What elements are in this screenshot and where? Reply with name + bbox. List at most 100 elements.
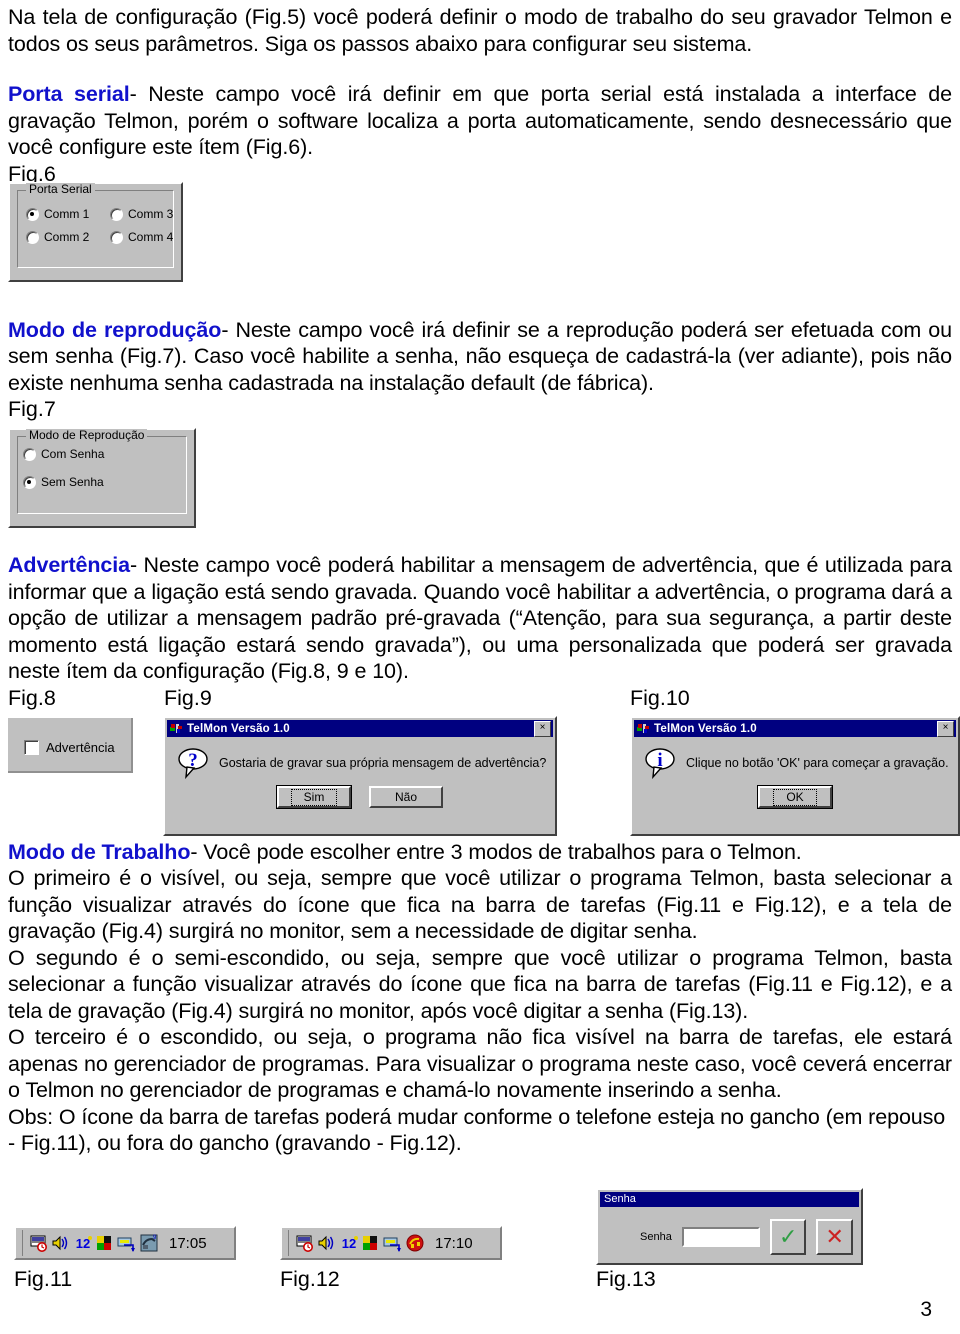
svg-text:i: i xyxy=(657,750,662,771)
modo-reproducao-group-title: Modo de Reprodução xyxy=(26,429,148,441)
display-icon[interactable] xyxy=(295,1233,315,1253)
telmon-recording-icon[interactable] xyxy=(405,1233,425,1253)
fig9-label: Fig.9 xyxy=(164,685,212,710)
radio-label: Comm 3 xyxy=(128,207,174,221)
radio-com-senha[interactable]: Com Senha xyxy=(23,447,186,461)
radio-icon[interactable] xyxy=(26,207,39,221)
close-icon[interactable]: × xyxy=(534,720,551,737)
advertencia-body: - Neste campo você poderá habilitar a me… xyxy=(8,553,952,683)
fig9-message: Gostaria de gravar sua própria mensagem … xyxy=(219,756,547,770)
norton-12-icon[interactable]: 12 xyxy=(73,1233,93,1253)
fig12-label: Fig.12 xyxy=(280,1267,340,1291)
advertencia-heading: Advertência xyxy=(8,553,130,577)
color-palette-icon[interactable] xyxy=(361,1233,381,1253)
advertencia-checkbox-label: Advertência xyxy=(46,740,115,755)
modo-trabalho-paragraph-1: O primeiro é o visível, ou seja, sempre … xyxy=(8,866,952,943)
radio-label: Comm 2 xyxy=(44,230,90,244)
fig11-clock: 17:05 xyxy=(169,1234,207,1252)
page-content: Na tela de configuração (Fig.5) você pod… xyxy=(8,4,960,1291)
check-icon: ✓ xyxy=(778,1224,798,1249)
modo-trabalho-paragraph: Modo de Trabalho- Você pode escolher ent… xyxy=(8,839,952,866)
fig10-dialog: TelMon Versão 1.0 × i Clique no botão 'O… xyxy=(630,716,960,836)
fig7-label: Fig.7 xyxy=(8,397,56,421)
radio-icon[interactable] xyxy=(23,447,36,461)
fig10-buttons: OK xyxy=(632,785,958,809)
fig12-tray-icons: 12 xyxy=(288,1230,425,1256)
document-page: Na tela de configuração (Fig.5) você pod… xyxy=(0,0,960,1334)
porta-serial-paragraph: Porta serial- Neste campo você irá defin… xyxy=(8,81,952,161)
fig8-label: Fig.8 xyxy=(8,685,56,710)
telmon-app-icon xyxy=(636,722,650,735)
nao-button-label: Não xyxy=(394,790,417,804)
radio-label: Sem Senha xyxy=(41,475,104,489)
ok-button[interactable]: OK xyxy=(757,785,833,809)
radio-sem-senha[interactable]: Sem Senha xyxy=(23,475,186,489)
radio-icon[interactable] xyxy=(26,230,39,244)
modo-trabalho-heading: Modo de Trabalho xyxy=(8,839,191,864)
fig6-porta-serial-dialog: Porta Serial Comm 1 Comm 3 Comm 2 Comm 4 xyxy=(8,182,183,282)
volume-icon[interactable] xyxy=(317,1233,337,1253)
radio-label: Comm 1 xyxy=(44,207,90,221)
senha-field-label: Senha xyxy=(640,1231,672,1243)
fig12-clock: 17:10 xyxy=(435,1234,473,1252)
radio-label: Comm 4 xyxy=(128,230,174,244)
modo-reproducao-paragraph: Modo de reprodução- Neste campo você irá… xyxy=(8,317,952,397)
display-icon[interactable] xyxy=(29,1233,49,1253)
fig7-modo-reproducao-dialog: Modo de Reprodução Com Senha Sem Senha xyxy=(8,428,196,528)
norton-12-icon[interactable]: 12 xyxy=(339,1233,359,1253)
fig13-title: Senha xyxy=(600,1192,859,1207)
ok-button-label: OK xyxy=(773,788,817,806)
fig10-title: TelMon Versão 1.0 xyxy=(654,722,757,735)
fig9-dialog: TelMon Versão 1.0 × ? Gostaria de gravar… xyxy=(163,716,557,836)
fig9-titlebar[interactable]: TelMon Versão 1.0 × xyxy=(167,720,553,737)
porta-serial-body: - Neste campo você irá definir em que po… xyxy=(8,82,952,159)
fig10-message: Clique no botão 'OK' para começar a grav… xyxy=(686,756,949,770)
porta-serial-group-title: Porta Serial xyxy=(26,183,95,195)
fig12-taskbar-tray: 12 17:10 xyxy=(280,1226,502,1260)
senha-input[interactable] xyxy=(681,1227,760,1247)
question-icon: ? xyxy=(177,747,209,780)
fig10-titlebar[interactable]: TelMon Versão 1.0 × xyxy=(634,720,956,737)
modo-trabalho-paragraph-4: Obs: O ícone da barra de tarefas poderá … xyxy=(8,1104,946,1156)
sim-button-label: Sim xyxy=(290,788,338,806)
sim-button[interactable]: Sim xyxy=(276,785,352,809)
close-icon[interactable]: × xyxy=(937,720,954,737)
radio-comm-4[interactable]: Comm 4 xyxy=(110,230,194,244)
modo-reproducao-groupbox: Modo de Reprodução Com Senha Sem Senha xyxy=(17,429,187,514)
fig10-body: i Clique no botão 'OK' para começar a gr… xyxy=(632,737,958,780)
modem-icon[interactable] xyxy=(383,1233,403,1253)
fig11-label: Fig.11 xyxy=(14,1267,73,1291)
radio-icon[interactable] xyxy=(110,207,123,221)
radio-comm-3[interactable]: Comm 3 xyxy=(110,207,194,221)
radio-label: Com Senha xyxy=(41,447,105,461)
radio-comm-1[interactable]: Comm 1 xyxy=(26,207,110,221)
porta-serial-heading: Porta serial xyxy=(8,82,130,106)
modo-trabalho-body-intro: - Você pode escolher entre 3 modos de tr… xyxy=(190,839,802,864)
radio-comm-2[interactable]: Comm 2 xyxy=(26,230,110,244)
close-x-icon: ✕ xyxy=(825,1224,844,1249)
fig11-taskbar-tray: 12 9 17:05 xyxy=(14,1226,236,1260)
fig13-row: Senha ✓ ✕ xyxy=(598,1207,861,1265)
radio-icon[interactable] xyxy=(110,230,123,244)
fig9-title: TelMon Versão 1.0 xyxy=(187,722,290,735)
confirm-button[interactable]: ✓ xyxy=(769,1219,807,1255)
fig10-label: Fig.10 xyxy=(630,685,690,710)
page-number: 3 xyxy=(920,1298,932,1321)
volume-icon[interactable] xyxy=(51,1233,71,1253)
color-palette-icon[interactable] xyxy=(95,1233,115,1253)
advertencia-paragraph: Advertência- Neste campo você poderá hab… xyxy=(8,552,952,685)
nao-button[interactable]: Não xyxy=(369,786,443,808)
advertencia-checkbox[interactable] xyxy=(24,740,39,755)
fig11-tray-icons: 12 9 xyxy=(22,1230,159,1256)
svg-text:?: ? xyxy=(188,750,198,771)
fig9-body: ? Gostaria de gravar sua própria mensage… xyxy=(165,737,555,780)
fig9-buttons: Sim Não xyxy=(165,785,555,809)
radio-icon[interactable] xyxy=(23,475,36,489)
fig13-label: Fig.13 xyxy=(596,1267,656,1291)
modem-icon[interactable] xyxy=(117,1233,137,1253)
intro-paragraph: Na tela de configuração (Fig.5) você pod… xyxy=(8,5,952,56)
telmon-idle-icon[interactable]: 9 xyxy=(139,1233,159,1253)
fig8-advertencia-panel: Advertência xyxy=(8,718,133,773)
telmon-app-icon xyxy=(169,722,183,735)
cancel-button[interactable]: ✕ xyxy=(816,1219,854,1255)
